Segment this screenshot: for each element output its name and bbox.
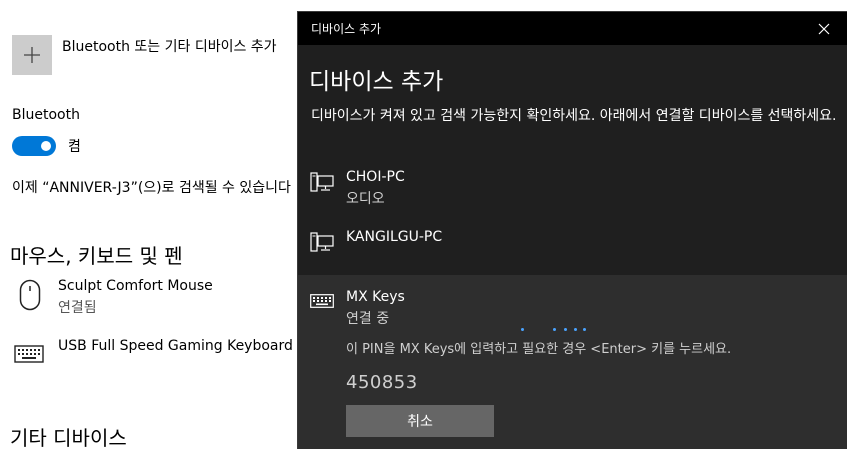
device-item-subtitle: 오디오 [346,191,385,207]
discoverable-text: 이제 “ANNIVER-J3”(으)로 검색될 수 있습니다 [12,180,291,196]
bluetooth-toggle-state: 켬 [68,139,81,155]
progress-dot [583,328,586,331]
dialog-window-title: 디바이스 추가 [311,22,382,36]
progress-dot [553,328,556,331]
pin-code: 450853 [346,372,418,393]
close-icon [818,23,830,34]
device-name[interactable]: USB Full Speed Gaming Keyboard [58,338,293,354]
dialog-heading: 디바이스 추가 [309,69,444,95]
pin-instruction: 이 PIN을 MX Keys에 입력하고 필요한 경우 <Enter> 키를 누… [346,342,732,357]
computer-icon [310,172,334,192]
add-device-button[interactable] [12,35,52,75]
keyboard-icon [310,294,334,308]
keyboard-icon [14,345,44,363]
dialog-titlebar: 디바이스 추가 [298,12,847,45]
device-item-subtitle: 연결 중 [346,311,390,327]
mouse-icon [19,279,41,311]
cancel-button[interactable]: 취소 [346,405,494,437]
add-device-dialog: 디바이스 추가 디바이스 추가 디바이스가 켜져 있고 검색 가능한지 확인하세… [297,11,847,449]
progress-dot [574,328,577,331]
bluetooth-toggle[interactable] [12,136,56,156]
progress-dot [521,328,524,331]
dialog-instruction: 디바이스가 켜져 있고 검색 가능한지 확인하세요. 아래에서 연결할 디바이스… [311,108,837,124]
add-device-label[interactable]: Bluetooth 또는 기타 디바이스 추가 [62,36,277,56]
device-status: 연결됨 [58,300,97,316]
close-button[interactable] [801,12,847,45]
device-item-name: CHOI-PC [346,169,405,185]
device-name[interactable]: Sculpt Comfort Mouse [58,278,213,294]
plus-icon [24,47,40,63]
mouse-keyboard-section-title: 마우스, 키보드 및 펜 [10,244,183,268]
computer-icon [310,232,334,252]
toggle-knob [41,141,51,151]
device-item-name: MX Keys [346,289,405,305]
device-item-name: KANGILGU-PC [346,229,443,245]
other-devices-section-title: 기타 디바이스 [10,426,127,450]
bluetooth-heading: Bluetooth [12,107,80,123]
progress-dot [564,328,567,331]
